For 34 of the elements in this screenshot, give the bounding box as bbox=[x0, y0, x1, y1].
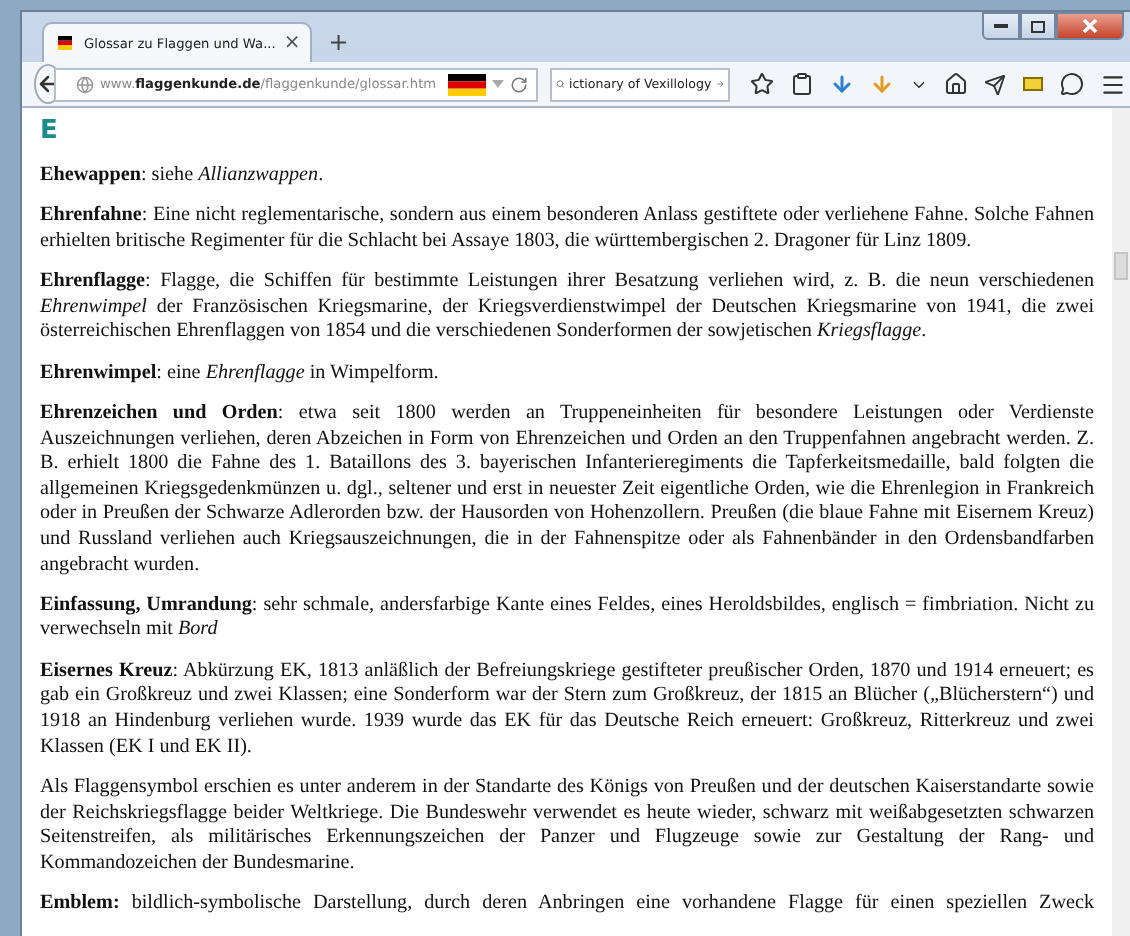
search-icon bbox=[556, 76, 565, 92]
maximize-button[interactable] bbox=[1020, 12, 1056, 40]
scrollbar[interactable] bbox=[1112, 108, 1130, 936]
glossary-entry: Ehewappen: siehe Allianzwappen. bbox=[40, 163, 326, 189]
tab-close-button[interactable]: × bbox=[283, 32, 301, 54]
glossary-entry: Eisernes Kreuz: Abkürzung EK, 1813 anläßlich der Befreiungskriege gestifteter preußischer Orden, 1870 und 1914 erneuert; es gab ein Großkreuz und zwei Klassen; eine Sonderform war der Stern zum Großkreuz, der 1815 an Blücher („Blücherstern“) und 1918 an Hindenburg verliehen wurde. 1939 wurde das EK für das Deutsche Reich erneuert: Großkreuz, Ritterkreuz und zwei Klassen (EK I und EK II). bbox=[40, 659, 1094, 761]
minimize-icon bbox=[994, 23, 1008, 29]
glossary-entry: Als Flaggensymbol erschien es unter anderem in der Standarte des Königs von Preußen und der deutschen Kaiserstandarte sowie der Reichskriegsflagge beider Weltkriege. Die Bundeswehr verwendet es heute wieder, schwarz mit weißabgesetzten schwarzen Seitenstreifen, als militärisches Erkennungszeichen der Panzer und Flugzeuge sowie zur Gestaltung der Rang- und Kommandozeichen der Bundesmarine. bbox=[40, 776, 1094, 877]
home-icon[interactable] bbox=[944, 72, 969, 96]
glossary-entry: Ehrenfahne: Eine nicht reglementarische, sondern aus einem besonderen Anlass gestiftete oder verliehene Fahne. Solche Fahnen erhielten britische Regimenter für die Schlacht bei Assaye 1803, die württembergischen 2. Dragoner für Linz 1809. bbox=[40, 203, 1094, 255]
flag-icon bbox=[448, 73, 487, 95]
flag-icon bbox=[54, 36, 76, 50]
glossary-entry: Ehrenwimpel: eine Ehrenflagge in Wimpelform. bbox=[40, 361, 441, 387]
globe-icon bbox=[76, 75, 94, 93]
glossary-entry: Ehrenflagge: Flagge, die Schiffen für bestimmte Leistungen ihrer Besatzung verliehen wird, z. B. die neun verschiedenen Ehrenwimpel der Französischen Kriegsmarine, der Kriegsverdienstwimpel der Deutschen Kriegsmarine von 1941, die zwei österreichischen Ehrenflaggen von 1854 und die verschiedenen Sonderformen der sowjetischen Kriegsflagge. bbox=[40, 269, 1094, 346]
close-button[interactable] bbox=[1056, 12, 1124, 40]
glossary-entry: Einfassung, Umrandung: sehr schmale, andersfarbige Kante eines Feldes, eines Heroldsbildes, englisch = fimbriation. Nicht zu verwechseln mit Bord bbox=[40, 593, 1094, 645]
section-heading: E bbox=[40, 120, 60, 146]
star-icon[interactable] bbox=[750, 72, 775, 96]
menu-icon[interactable] bbox=[1100, 71, 1127, 97]
maximize-icon bbox=[1030, 19, 1046, 33]
chat-icon[interactable] bbox=[1060, 72, 1085, 96]
screen-icon[interactable] bbox=[1022, 74, 1045, 94]
reload-icon[interactable] bbox=[510, 75, 529, 93]
send-icon[interactable] bbox=[984, 73, 1007, 95]
new-tab-button[interactable]: + bbox=[328, 28, 349, 56]
arrow-right-icon[interactable] bbox=[715, 76, 725, 92]
glossary-entry: Emblem: bildlich-symbolische Darstellung, durch deren Anbringen eine vorhandene Flagge für einen speziellen Zweck bbox=[40, 892, 1094, 918]
clipboard-icon[interactable] bbox=[790, 72, 815, 96]
download-icon[interactable] bbox=[830, 72, 855, 96]
back-arrow-icon bbox=[36, 72, 60, 96]
glossary-entry: Ehrenzeichen und Orden: etwa seit 1800 werden an Truppeneinheiten für besondere Leistungen oder Verdienste Auszeichnungen verliehen, deren Abzeichen in Form von Ehrenzeichen und Orden an den Truppenfahnen angebracht werden. Z. B. erhielt 1800 die Fahne des 1. Bataillons des 3. bayerischen Infanterieregiments die Tapferkeitsmedaille, bald folgten die allgemeinen Kriegsgedenkmünzen u. dgl., seltener und erst in neuester Zeit eigentliche Orden, wie die Ehrenlegion in Frankreich oder in Preußen der Schwarze Adlerorden bzw. der Hausorden von Hohenzollern. Preußen (die blaue Fahne mit Eisernem Kreuz) und Russland verliehen auch Kriegsauszeichnungen, die in der Fahnenspitze oder als Fahnenbänder in den Ordensbandfarben angebracht wurden. bbox=[40, 401, 1094, 579]
minimize-button[interactable] bbox=[982, 12, 1020, 40]
close-icon bbox=[1082, 18, 1098, 34]
